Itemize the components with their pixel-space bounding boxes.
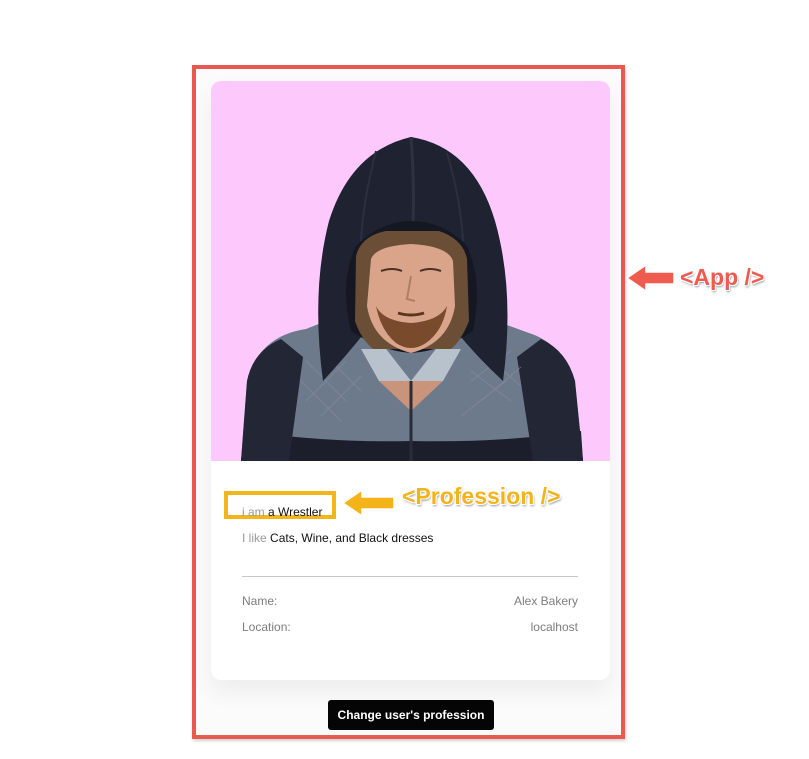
name-label: Name: <box>242 594 278 608</box>
profession-prefix: i am <box>242 505 265 519</box>
location-label: Location: <box>242 620 291 634</box>
change-profession-button[interactable]: Change user's profession <box>328 700 494 730</box>
profile-photo <box>211 81 610 461</box>
arrow-left-icon <box>626 264 675 292</box>
arrow-left-icon <box>342 489 395 517</box>
likes-value: Cats, Wine, and Black dresses <box>270 531 434 545</box>
divider <box>242 576 578 577</box>
app-component-outline: i am a Wrestler I like Cats, Wine, and B… <box>192 65 625 739</box>
person-in-hoodie-illustration <box>241 136 583 461</box>
detail-row-location: Location: localhost <box>242 620 578 634</box>
profile-card: i am a Wrestler I like Cats, Wine, and B… <box>211 81 610 680</box>
location-value: localhost <box>530 620 578 634</box>
profession-line: i am a Wrestler <box>242 505 322 519</box>
profession-annotation-label: <Profession /> <box>402 483 561 509</box>
page: i am a Wrestler I like Cats, Wine, and B… <box>0 0 809 759</box>
detail-row-name: Name: Alex Bakery <box>242 594 578 608</box>
likes-prefix: I like <box>242 531 267 545</box>
name-value: Alex Bakery <box>513 594 578 608</box>
app-annotation-label: <App /> <box>680 264 765 290</box>
profession-value: a Wrestler <box>268 505 323 519</box>
likes-line: I like Cats, Wine, and Black dresses <box>242 531 433 545</box>
